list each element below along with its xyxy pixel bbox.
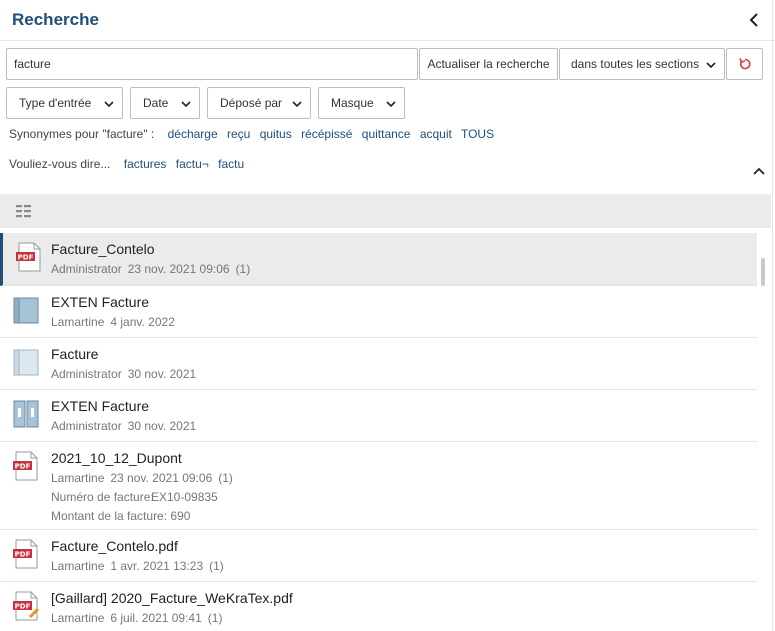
result-date: 4 janv. 2022 — [110, 315, 175, 329]
result-field: Montant de la facture: 690 — [51, 509, 190, 523]
folder-light-icon — [13, 349, 39, 376]
search-input[interactable] — [6, 48, 418, 80]
panel-title: Recherche — [12, 10, 99, 29]
result-name: [Gaillard] 2020_Facture_WeKraTex.pdf — [51, 590, 293, 606]
synonym-link[interactable]: quittance — [362, 127, 411, 141]
result-date: 23 nov. 2021 09:06 — [127, 262, 230, 276]
result-meta: Administrator 30 nov. 2021 — [51, 419, 202, 433]
chevron-down-icon — [386, 101, 396, 108]
result-item[interactable]: Facture Administrator 30 nov. 2021 — [0, 338, 757, 390]
result-meta: Lamartine 4 janv. 2022 — [51, 315, 181, 329]
field-label: Numéro de facture: — [51, 490, 154, 504]
did-you-mean-label: Vouliez-vous dire... — [9, 157, 111, 171]
synonym-link[interactable]: récépissé — [301, 127, 352, 141]
result-date: 30 nov. 2021 — [127, 367, 197, 381]
result-author: Lamartine — [51, 559, 105, 573]
filter-entry-type[interactable]: Type d'entrée — [6, 87, 123, 119]
synonym-link[interactable]: quitus — [260, 127, 292, 141]
field-value: EX10-09835 — [151, 490, 218, 504]
result-version-count: (1) — [209, 559, 224, 573]
result-item[interactable]: PDF Facture_Contelo Administrator 23 nov.… — [0, 233, 757, 286]
result-item[interactable]: PDF [Gaillard] 2020_Facture_WeKraTex.pdf… — [0, 582, 757, 631]
result-date: 30 nov. 2021 — [127, 419, 197, 433]
binder-icon — [13, 400, 39, 428]
filter-mask[interactable]: Masque — [318, 87, 405, 119]
result-author: Lamartine — [51, 611, 105, 625]
result-item[interactable]: PDF Facture_Contelo.pdf Lamartine 1 avr. … — [0, 530, 757, 582]
synonym-all-link[interactable]: TOUS — [461, 127, 494, 141]
suggestion-link[interactable]: factu — [218, 157, 244, 171]
chevron-down-icon — [292, 101, 302, 108]
sections-dropdown[interactable]: dans toutes les sections — [559, 48, 725, 80]
synonyms-label: Synonymes pour "facture" : — [9, 127, 155, 141]
svg-text:PDF: PDF — [18, 253, 34, 261]
result-meta: Lamartine 6 juil. 2021 09:41 (1) — [51, 611, 228, 625]
result-date: 6 juil. 2021 09:41 — [110, 611, 202, 625]
folder-dark-icon — [13, 297, 39, 324]
result-author: Administrator — [51, 367, 122, 381]
result-meta: Lamartine 23 nov. 2021 09:06 (1) — [51, 471, 239, 485]
result-version-count: (1) — [207, 611, 223, 625]
pdf-icon: PDF — [16, 242, 41, 272]
chevron-down-icon — [104, 101, 114, 108]
filter-label: Date — [143, 96, 169, 110]
synonyms-row: Synonymes pour "facture" : décharge reçu… — [9, 127, 500, 141]
result-author: Administrator — [51, 262, 122, 276]
svg-text:PDF: PDF — [15, 462, 31, 470]
result-name: 2021_10_12_Dupont — [51, 450, 182, 466]
result-name: Facture — [51, 346, 99, 362]
result-name: Facture_Contelo.pdf — [51, 538, 178, 554]
result-version-count: (1) — [235, 262, 251, 276]
panel-header: Recherche — [0, 0, 775, 41]
list-view-icon[interactable] — [16, 204, 32, 218]
did-you-mean-row: Vouliez-vous dire... factures factu¬ fac… — [9, 157, 250, 171]
filter-label: Déposé par — [220, 96, 283, 110]
results-toolbar — [0, 194, 771, 228]
filter-label: Masque — [331, 96, 374, 110]
chevron-up-icon[interactable] — [753, 166, 765, 176]
result-field: Numéro de facture:EX10-09835 — [51, 490, 218, 504]
reset-button[interactable] — [726, 48, 763, 80]
synonym-link[interactable]: acquit — [420, 127, 452, 141]
result-date: 1 avr. 2021 13:23 — [110, 559, 204, 573]
chevron-down-icon — [181, 101, 191, 108]
svg-text:PDF: PDF — [15, 550, 31, 558]
field-label: Montant de la facture: — [51, 509, 168, 523]
panel-border — [772, 0, 773, 631]
field-value: 690 — [170, 509, 191, 523]
result-name: EXTEN Facture — [51, 294, 150, 310]
sections-label: dans toutes les sections — [571, 57, 700, 71]
synonym-link[interactable]: décharge — [168, 127, 218, 141]
filter-date[interactable]: Date — [130, 87, 200, 119]
result-version-count: (1) — [218, 471, 233, 485]
result-meta: Administrator 23 nov. 2021 09:06 (1) — [51, 262, 256, 276]
pdf-icon: PDF — [13, 539, 38, 569]
svg-text:PDF: PDF — [15, 602, 31, 610]
refresh-search-button[interactable]: Actualiser la recherche — [419, 48, 558, 80]
synonym-link[interactable]: reçu — [227, 127, 250, 141]
result-author: Administrator — [51, 419, 122, 433]
scrollbar-thumb[interactable] — [761, 258, 765, 286]
result-name: EXTEN Facture — [51, 398, 150, 414]
result-item[interactable]: PDF 2021_10_12_Dupont Lamartine 23 nov. 2… — [0, 442, 757, 530]
chevron-left-icon[interactable] — [747, 12, 761, 28]
suggestion-link[interactable]: factu¬ — [176, 157, 209, 171]
filter-label: Type d'entrée — [19, 96, 92, 110]
pdf-icon: PDF — [13, 451, 38, 481]
result-item[interactable]: EXTEN Facture Lamartine 4 janv. 2022 — [0, 286, 757, 338]
result-item[interactable]: EXTEN Facture Administrator 30 nov. 2021 — [0, 390, 757, 442]
reset-icon — [738, 58, 751, 70]
result-name: Facture_Contelo — [51, 241, 155, 257]
result-author: Lamartine — [51, 471, 105, 485]
chevron-down-icon — [706, 62, 716, 69]
filter-deposited-by[interactable]: Déposé par — [207, 87, 311, 119]
result-meta: Administrator 30 nov. 2021 — [51, 367, 202, 381]
suggestion-link[interactable]: factures — [124, 157, 167, 171]
pdf-edit-icon: PDF — [13, 591, 39, 621]
result-author: Lamartine — [51, 315, 105, 329]
search-row: Actualiser la recherche dans toutes les … — [6, 48, 764, 80]
result-meta: Lamartine 1 avr. 2021 13:23 (1) — [51, 559, 230, 573]
results-list: PDF Facture_Contelo Administrator 23 nov.… — [0, 233, 758, 631]
result-date: 23 nov. 2021 09:06 — [110, 471, 213, 485]
